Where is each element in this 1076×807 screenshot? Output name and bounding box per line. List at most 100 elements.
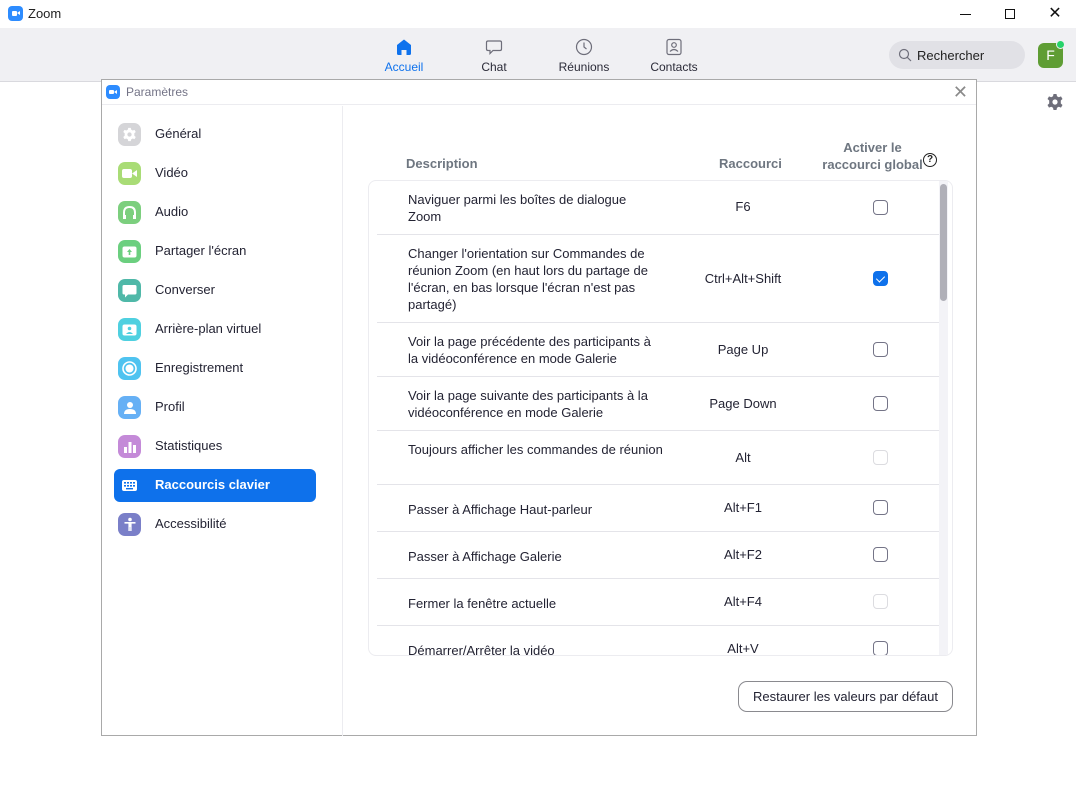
- dialog-titlebar: Paramètres ✕: [102, 80, 976, 105]
- bar-chart-icon: [118, 435, 141, 458]
- shortcut-description: Démarrer/Arrêter la vidéo: [408, 643, 555, 656]
- dialog-title: Paramètres: [126, 85, 189, 99]
- sidebar-item-virtual-background[interactable]: Arrière-plan virtuel: [114, 313, 316, 346]
- global-shortcut-checkbox[interactable]: [873, 271, 888, 286]
- clock-icon: [575, 38, 593, 56]
- video-camera-icon: [118, 162, 141, 185]
- headphones-icon: [118, 201, 141, 224]
- close-icon: ✕: [952, 82, 968, 102]
- global-shortcut-checkbox: [873, 594, 888, 609]
- table-row: Voir la page précédente des participants…: [377, 323, 940, 377]
- tab-chat[interactable]: Chat: [454, 38, 534, 74]
- shortcut-key: F6: [735, 199, 751, 214]
- scrollbar-thumb[interactable]: [940, 184, 947, 301]
- shortcut-key: Alt+V: [727, 641, 759, 656]
- top-navigation: Accueil Chat Réunions Contacts Recherche…: [0, 28, 1076, 82]
- sidebar-item-label: Audio: [155, 204, 189, 219]
- sidebar-item-label: Général: [155, 126, 202, 141]
- global-shortcut-checkbox[interactable]: [873, 547, 888, 562]
- keyboard-shortcuts-panel: Description Raccourci Activer le raccour…: [344, 106, 976, 736]
- table-row: Fermer la fenêtre actuelle Alt+F4: [377, 579, 940, 626]
- global-shortcut-checkbox[interactable]: [873, 342, 888, 357]
- shortcut-description: Passer à Affichage Haut-parleur: [408, 502, 593, 517]
- tab-accueil[interactable]: Accueil: [364, 38, 444, 74]
- column-header-global: Activer le raccourci global: [819, 139, 926, 173]
- profile-icon: [118, 396, 141, 419]
- gear-icon: [118, 123, 141, 146]
- sidebar-item-label: Accessibilité: [155, 516, 227, 531]
- sidebar-item-label: Partager l'écran: [155, 243, 247, 258]
- keyboard-icon: [118, 474, 141, 497]
- sidebar-item-label: Enregistrement: [155, 360, 244, 375]
- sidebar-item-share-screen[interactable]: Partager l'écran: [114, 235, 316, 268]
- sidebar-item-label: Vidéo: [155, 165, 189, 180]
- shortcut-key: Page Down: [709, 396, 777, 411]
- table-row: Toujours afficher les commandes de réuni…: [377, 431, 940, 485]
- sidebar-item-keyboard-shortcuts[interactable]: Raccourcis clavier: [114, 469, 316, 502]
- home-icon: [397, 39, 411, 55]
- online-status-indicator: [1056, 40, 1065, 49]
- zoom-camera-icon: [106, 85, 120, 99]
- column-header-shortcut: Raccourci: [719, 156, 782, 171]
- tab-reunions[interactable]: Réunions: [544, 38, 624, 74]
- shortcut-key: Page Up: [717, 342, 769, 357]
- chat-bubble-icon: [118, 279, 141, 302]
- record-icon: [118, 357, 141, 380]
- shortcut-key: Alt+F4: [724, 594, 762, 609]
- settings-dialog: Paramètres ✕ Général Vidéo Audio Partage…: [101, 79, 977, 736]
- app-titlebar: Zoom ✕: [0, 0, 1076, 28]
- minimize-icon: [959, 13, 971, 15]
- global-shortcut-checkbox[interactable]: [873, 396, 888, 411]
- sidebar-item-accessibility[interactable]: Accessibilité: [114, 508, 316, 541]
- global-shortcut-checkbox[interactable]: [873, 200, 888, 215]
- help-icon[interactable]: ?: [923, 153, 937, 167]
- shortcut-description: Voir la page précédente des participants…: [408, 334, 651, 366]
- sidebar-item-label: Raccourcis clavier: [155, 477, 270, 492]
- global-shortcut-checkbox[interactable]: [873, 500, 888, 515]
- shortcut-description: Changer l'orientation sur Commandes de r…: [408, 246, 648, 312]
- shortcut-key: Alt: [735, 450, 751, 465]
- tab-label: Chat: [481, 60, 507, 74]
- sidebar-item-statistics[interactable]: Statistiques: [114, 430, 316, 463]
- tab-label: Réunions: [558, 60, 610, 74]
- maximize-icon: [1005, 9, 1015, 19]
- sidebar-item-label: Statistiques: [155, 438, 223, 453]
- shortcuts-rows: Naviguer parmi les boîtes de dialogue Zo…: [369, 181, 940, 656]
- close-window-button[interactable]: ✕: [1032, 0, 1076, 28]
- column-header-global-line2: raccourci global: [822, 157, 923, 172]
- restore-defaults-button[interactable]: Restaurer les valeurs par défaut: [738, 681, 953, 712]
- sidebar-item-video[interactable]: Vidéo: [114, 157, 316, 190]
- sidebar-item-audio[interactable]: Audio: [114, 196, 316, 229]
- column-header-description: Description: [406, 156, 478, 171]
- tab-contacts[interactable]: Contacts: [634, 38, 714, 74]
- column-header-global-line1: Activer le: [843, 140, 902, 155]
- shortcut-description: Voir la page suivante des participants à…: [408, 388, 648, 420]
- global-shortcut-checkbox[interactable]: [873, 641, 888, 655]
- table-row: Naviguer parmi les boîtes de dialogue Zo…: [377, 181, 940, 235]
- global-shortcut-checkbox: [873, 450, 888, 465]
- close-icon: ✕: [1048, 5, 1062, 22]
- table-row: Démarrer/Arrêter la vidéo Alt+V: [377, 626, 940, 656]
- table-row: Passer à Affichage Haut-parleur Alt+F1: [377, 485, 940, 532]
- shortcut-description: Toujours afficher les commandes de réuni…: [408, 442, 663, 457]
- settings-sidebar: Général Vidéo Audio Partager l'écran Con…: [102, 106, 343, 736]
- maximize-button[interactable]: [987, 0, 1033, 28]
- sidebar-item-profile[interactable]: Profil: [114, 391, 316, 424]
- shortcuts-table: Naviguer parmi les boîtes de dialogue Zo…: [368, 180, 953, 656]
- accessibility-icon: [118, 513, 141, 536]
- search-input[interactable]: Rechercher: [889, 41, 1025, 69]
- virtual-background-icon: [118, 318, 141, 341]
- chat-bubble-icon: [485, 40, 503, 55]
- sidebar-item-chat[interactable]: Converser: [114, 274, 316, 307]
- settings-gear-icon[interactable]: [1046, 93, 1064, 111]
- sidebar-item-general[interactable]: Général: [114, 118, 316, 151]
- shortcut-key: Alt+F2: [724, 547, 762, 562]
- shortcut-description: Passer à Affichage Galerie: [408, 549, 562, 564]
- tab-label: Contacts: [650, 60, 698, 74]
- sidebar-item-label: Arrière-plan virtuel: [155, 321, 262, 336]
- sidebar-item-recording[interactable]: Enregistrement: [114, 352, 316, 385]
- search-icon: [898, 48, 912, 62]
- shortcut-description: Fermer la fenêtre actuelle: [408, 596, 557, 611]
- dialog-close-button[interactable]: ✕: [953, 82, 968, 103]
- minimize-button[interactable]: [942, 0, 988, 28]
